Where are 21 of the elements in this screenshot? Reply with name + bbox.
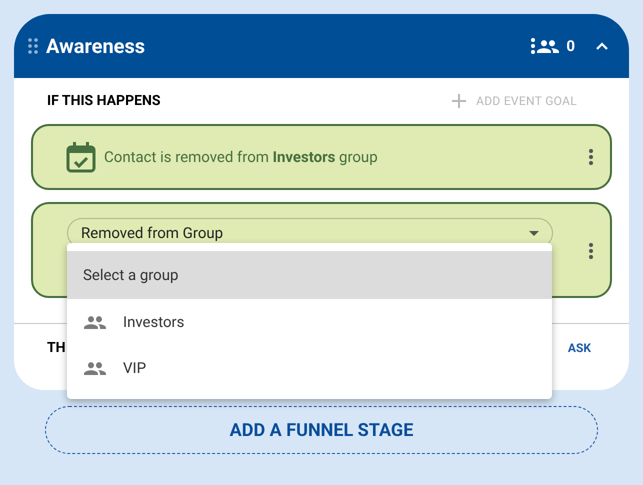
dropdown-option[interactable]: VIP bbox=[67, 345, 552, 391]
event-description: Contact is removed from Investors group bbox=[104, 146, 378, 168]
add-task-link[interactable]: ASK bbox=[568, 339, 591, 357]
more-icon[interactable] bbox=[588, 148, 594, 166]
calendar-check-icon bbox=[66, 141, 96, 173]
chevron-up-icon[interactable] bbox=[595, 41, 609, 51]
dropdown-option[interactable]: Select a group bbox=[67, 251, 552, 299]
group-icon bbox=[83, 360, 107, 376]
section-heading: IF THIS HAPPENS bbox=[47, 92, 160, 110]
group-icon bbox=[83, 314, 107, 330]
contacts-count: 0 bbox=[566, 36, 575, 57]
add-funnel-stage-button[interactable]: ADD A FUNNEL STAGE bbox=[45, 406, 598, 454]
more-icon[interactable] bbox=[588, 242, 594, 260]
section-heading: TH bbox=[47, 338, 66, 358]
more-icon[interactable] bbox=[530, 37, 536, 55]
contacts-icon bbox=[536, 38, 560, 54]
drag-handle-icon[interactable] bbox=[28, 38, 38, 54]
dropdown-arrow-icon bbox=[529, 230, 539, 236]
plus-icon bbox=[452, 94, 466, 108]
dropdown-option[interactable]: Investors bbox=[67, 299, 552, 345]
stage-title: Awareness bbox=[46, 33, 146, 60]
